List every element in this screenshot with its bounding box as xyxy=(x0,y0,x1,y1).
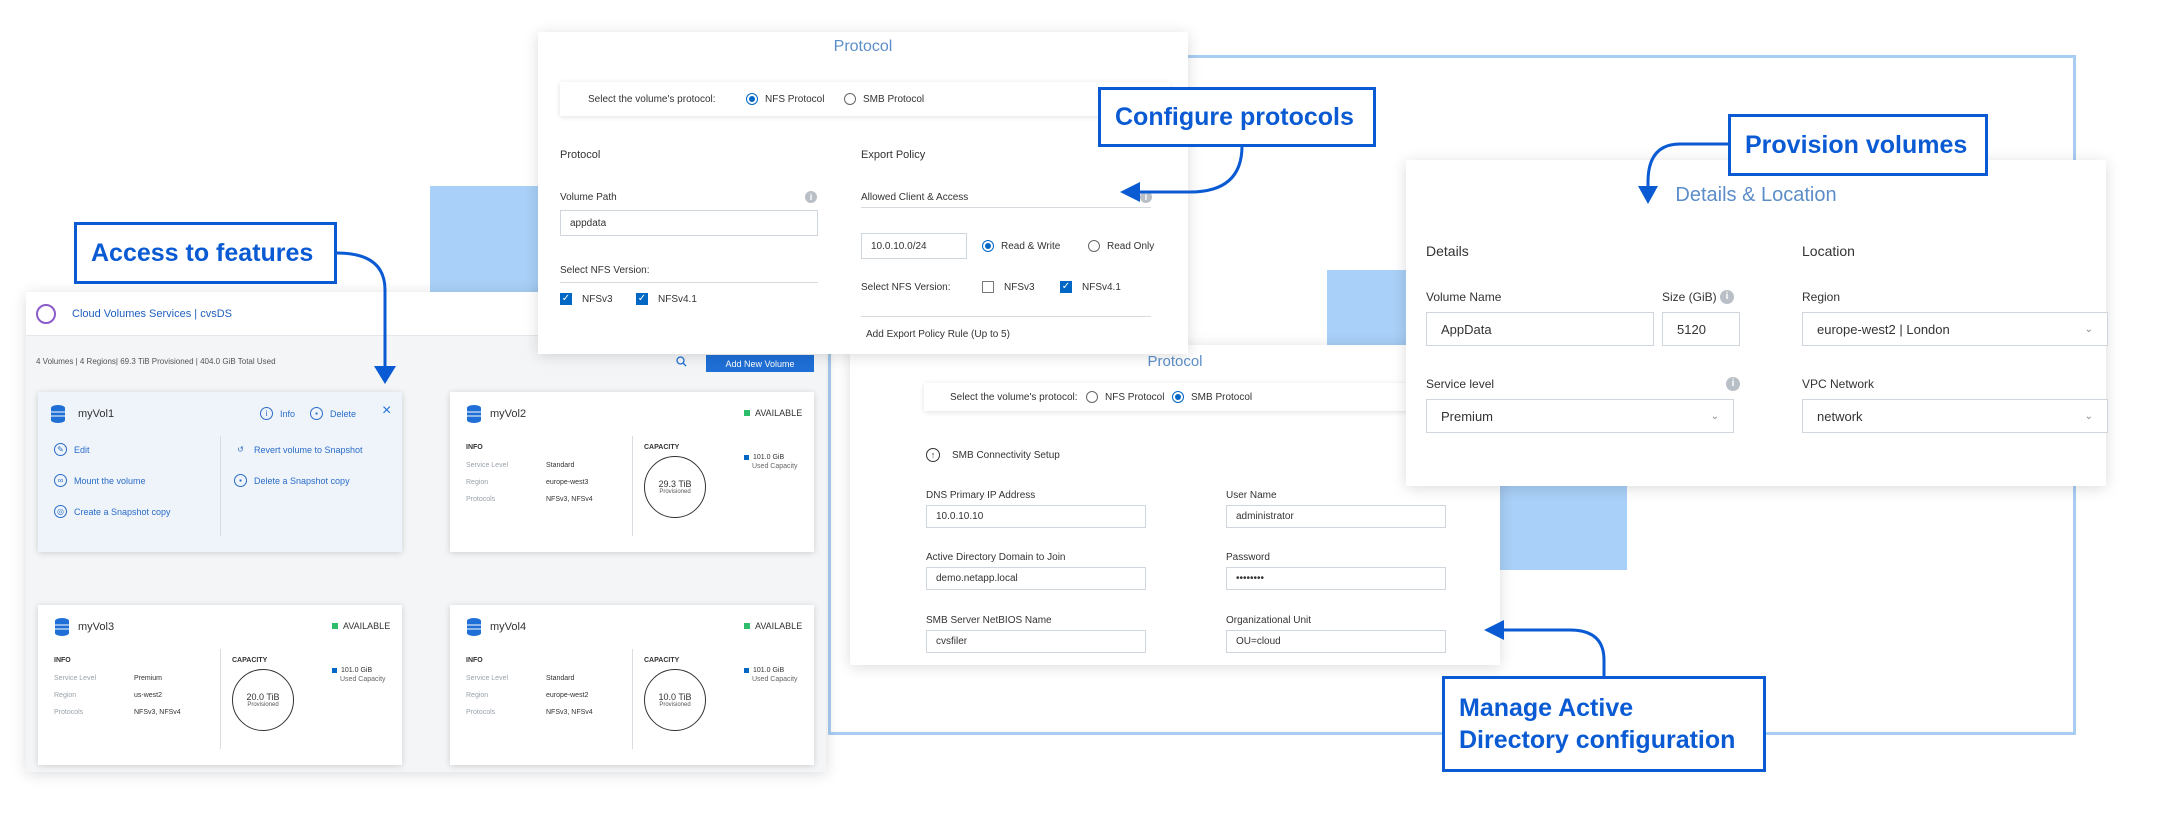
arrow-manage xyxy=(1500,628,1606,676)
arrowhead xyxy=(1484,620,1504,640)
callout-line: Manage Active xyxy=(1459,694,1634,722)
arrow-provision xyxy=(1646,142,1728,190)
arrowhead xyxy=(1120,182,1140,202)
callout-configure-protocols: Configure protocols xyxy=(1098,87,1376,147)
arrowhead xyxy=(1638,186,1658,204)
callout-manage-ad: Manage Active Directory configuration xyxy=(1442,676,1766,772)
callout-line: Directory configuration xyxy=(1459,726,1736,754)
arrow-configure xyxy=(1136,145,1244,194)
arrowhead xyxy=(374,366,396,384)
callout-access-features: Access to features xyxy=(74,222,337,284)
callout-provision-volumes: Provision volumes xyxy=(1728,114,1988,176)
arrow-access xyxy=(336,251,387,372)
